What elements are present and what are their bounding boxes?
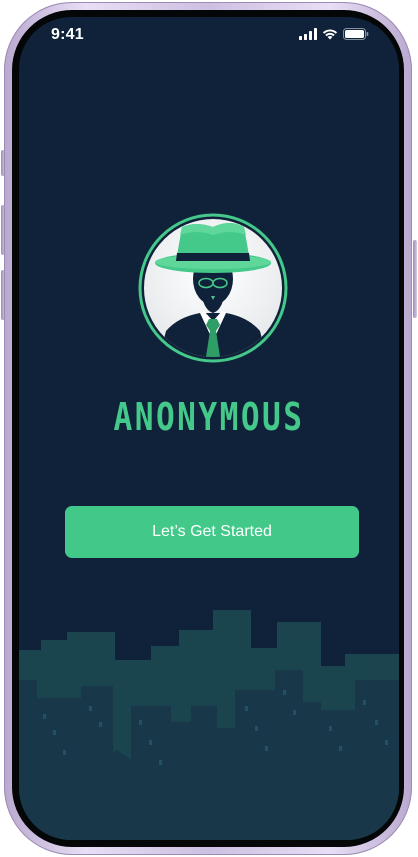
phone-device: 9:41 ANONYMOUS Let’s Get Started	[0, 0, 418, 857]
brand-title: ANONYMOUS	[113, 395, 305, 439]
status-bar: 9:41	[19, 17, 399, 61]
app-screen: 9:41 ANONYMOUS Let’s Get Started	[19, 17, 399, 840]
wifi-icon	[322, 29, 338, 40]
get-started-button[interactable]: Let’s Get Started	[65, 506, 359, 558]
status-time: 9:41	[51, 26, 84, 43]
power-button	[413, 240, 417, 318]
status-icons	[299, 28, 369, 40]
city-skyline-illustration	[19, 610, 399, 840]
spy-agent-logo-icon	[138, 213, 288, 363]
cellular-signal-icon	[299, 28, 317, 40]
battery-icon	[343, 28, 369, 40]
